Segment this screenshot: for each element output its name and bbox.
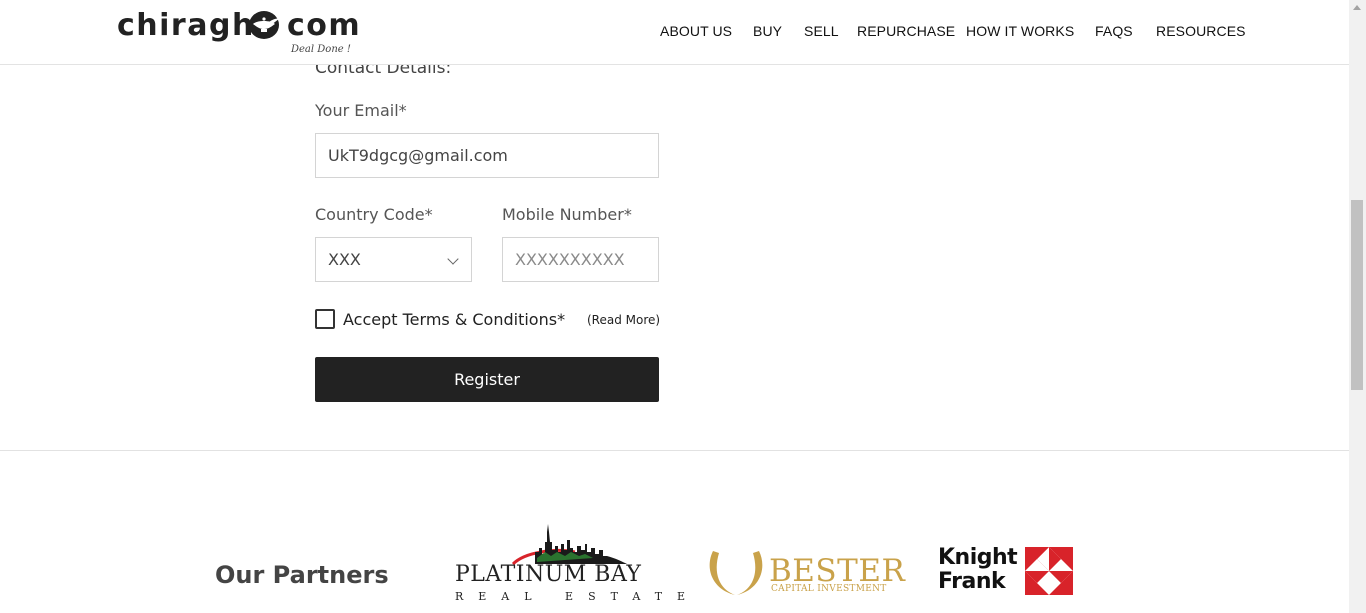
page-scrollbar[interactable] — [1349, 0, 1366, 613]
email-label: Your Email* — [315, 101, 407, 120]
email-field[interactable]: UkT9dgcg@gmail.com — [315, 133, 659, 178]
nav-resources[interactable]: RESOURCES — [1156, 23, 1246, 39]
section-divider — [0, 450, 1349, 451]
nav-buy[interactable]: BUY — [753, 23, 782, 39]
site-header: chiragh com Deal Done ! ABOUT US BUY SEL… — [0, 0, 1349, 65]
email-value: UkT9dgcg@gmail.com — [328, 146, 508, 165]
country-code-label: Country Code* — [315, 205, 433, 224]
mobile-number-field[interactable]: XXXXXXXXXX — [502, 237, 659, 282]
mobile-number-placeholder: XXXXXXXXXX — [515, 250, 625, 269]
logo-text-left: chiragh — [117, 8, 255, 43]
bester-logo[interactable]: BESTER CAPITAL INVESTMENT — [705, 545, 905, 600]
logo-text-right: com — [287, 8, 362, 43]
terms-label: Accept Terms & Conditions* — [343, 310, 566, 329]
chevron-down-icon — [447, 253, 459, 265]
nav-repurchase[interactable]: REPURCHASE — [857, 23, 955, 39]
country-code-select[interactable]: XXX — [315, 237, 472, 282]
partners-title: Our Partners — [215, 561, 389, 589]
terms-checkbox[interactable] — [315, 309, 335, 329]
logo-tagline: Deal Done ! — [291, 44, 351, 55]
nav-how-it-works[interactable]: HOW IT WORKS — [966, 23, 1074, 39]
read-more-link[interactable]: (Read More) — [587, 313, 660, 327]
country-code-value: XXX — [328, 250, 361, 269]
knight-frank-line1: Knight — [938, 545, 1018, 570]
chiragh-logo[interactable]: chiragh com Deal Done ! — [117, 8, 360, 58]
register-button[interactable]: Register — [315, 357, 659, 402]
platinum-bay-logo[interactable]: PLATINUM BAY REAL ESTATE — [455, 520, 685, 605]
lamp-icon — [249, 11, 279, 39]
dubai-skyline-icon — [511, 524, 627, 566]
platinum-bay-sub: REAL ESTATE — [455, 590, 701, 603]
scroll-up-arrow-icon[interactable] — [1353, 5, 1361, 10]
bester-horns-icon — [709, 551, 763, 595]
knight-frank-line2: Frank — [938, 569, 1006, 594]
bester-sub: CAPITAL INVESTMENT — [771, 584, 887, 594]
knight-frank-mark-icon — [1025, 547, 1073, 595]
nav-sell[interactable]: SELL — [804, 23, 839, 39]
scroll-thumb[interactable] — [1351, 200, 1363, 390]
nav-about-us[interactable]: ABOUT US — [660, 23, 732, 39]
mobile-number-label: Mobile Number* — [502, 205, 632, 224]
nav-faqs[interactable]: FAQS — [1095, 23, 1133, 39]
platinum-bay-name: PLATINUM BAY — [455, 562, 642, 587]
knight-frank-logo[interactable]: Knight Frank — [938, 545, 1078, 600]
